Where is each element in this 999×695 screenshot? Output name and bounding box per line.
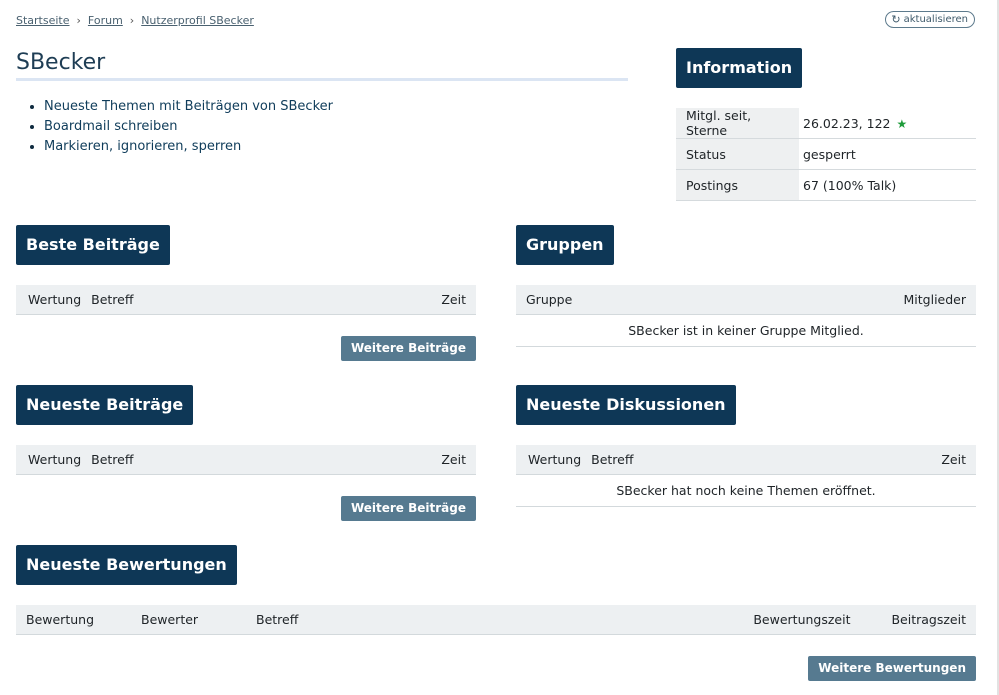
- weitere-bewertungen-button[interactable]: Weitere Bewertungen: [808, 656, 976, 681]
- breadcrumb-startseite[interactable]: Startseite: [16, 14, 70, 27]
- refresh-label: aktualisieren: [903, 14, 968, 25]
- table-row: Postings 67 (100% Talk): [676, 169, 976, 201]
- column-header-betreff[interactable]: Betreff: [91, 452, 133, 467]
- breadcrumb-forum[interactable]: Forum: [88, 14, 123, 27]
- weitere-beitraege-button-2[interactable]: Weitere Beiträge: [340, 496, 476, 521]
- column-header-zeit[interactable]: Zeit: [441, 292, 466, 307]
- bewertungen-table-header: Bewertung Bewerter Betreff Bewertungszei…: [16, 605, 976, 635]
- info-value-postings: 67 (100% Talk): [799, 169, 976, 201]
- column-header-zeit[interactable]: Zeit: [441, 452, 466, 467]
- neueste-beitraege-table-header: Wertung Betreff Zeit: [16, 445, 476, 475]
- boardmail-link[interactable]: Boardmail schreiben: [44, 119, 178, 134]
- information-table: Mitgl. seit, Sterne 26.02.23, 122 ★ Stat…: [676, 108, 976, 201]
- list-item: Markieren, ignorieren, sperren: [44, 137, 333, 157]
- page-title: SBecker: [16, 50, 106, 75]
- table-row: Mitgl. seit, Sterne 26.02.23, 122 ★: [676, 108, 976, 139]
- list-item: Boardmail schreiben: [44, 117, 333, 137]
- list-item: Neueste Themen mit Beiträgen von SBecker: [44, 97, 333, 117]
- neueste-beitraege-heading: Neueste Beiträge: [16, 385, 194, 425]
- column-header-zeit[interactable]: Zeit: [941, 452, 966, 467]
- chevron-right-icon: ›: [76, 14, 81, 27]
- column-header-betreff[interactable]: Betreff: [256, 612, 298, 627]
- neueste-bewertungen-heading: Neueste Bewertungen: [16, 545, 237, 585]
- column-header-mitglieder[interactable]: Mitglieder: [904, 292, 967, 307]
- star-icon: ★: [896, 116, 908, 131]
- column-header-betreff[interactable]: Betreff: [91, 292, 133, 307]
- column-header-wertung[interactable]: Wertung: [28, 292, 81, 307]
- mark-ignore-block-link[interactable]: Markieren, ignorieren, sperren: [44, 139, 241, 154]
- info-label-postings: Postings: [676, 169, 799, 201]
- column-header-wertung[interactable]: Wertung: [528, 452, 581, 467]
- column-header-bewerter[interactable]: Bewerter: [141, 612, 256, 627]
- user-links: Neueste Themen mit Beiträgen von SBecker…: [16, 97, 333, 157]
- info-value-status: gesperrt: [799, 138, 976, 170]
- table-row: Status gesperrt: [676, 138, 976, 170]
- weitere-beitraege-button[interactable]: Weitere Beiträge: [340, 336, 476, 361]
- neueste-diskussionen-table-header: Wertung Betreff Zeit: [516, 445, 976, 475]
- beste-beitraege-heading: Beste Beiträge: [16, 225, 170, 265]
- title-underline: [16, 78, 628, 81]
- column-header-betreff[interactable]: Betreff: [591, 452, 633, 467]
- neueste-diskussionen-heading: Neueste Diskussionen: [516, 385, 736, 425]
- gruppen-empty-message: SBecker ist in keiner Gruppe Mitglied.: [516, 316, 976, 347]
- info-label-status: Status: [676, 138, 799, 170]
- chevron-right-icon: ›: [129, 14, 135, 27]
- column-header-gruppe[interactable]: Gruppe: [526, 292, 572, 307]
- info-value-member-since: 26.02.23, 122 ★: [799, 108, 976, 139]
- column-header-bewertungszeit[interactable]: Bewertungszeit: [753, 612, 850, 627]
- breadcrumb: Startseite › Forum › Nutzerprofil SBecke…: [16, 14, 254, 27]
- info-label-member-since: Mitgl. seit, Sterne: [676, 108, 799, 139]
- gruppen-table-header: Gruppe Mitglieder: [516, 285, 976, 315]
- beste-beitraege-table-header: Wertung Betreff Zeit: [16, 285, 476, 315]
- latest-topics-link[interactable]: Neueste Themen mit Beiträgen von SBecker: [44, 99, 333, 114]
- refresh-icon: ↻: [891, 13, 901, 26]
- information-heading: Information: [676, 48, 803, 88]
- refresh-button[interactable]: ↻ aktualisieren: [885, 11, 975, 28]
- column-header-wertung[interactable]: Wertung: [28, 452, 81, 467]
- column-header-beitragszeit[interactable]: Beitragszeit: [891, 612, 966, 627]
- diskussionen-empty-message: SBecker hat noch keine Themen eröffnet.: [516, 476, 976, 507]
- column-header-bewertung[interactable]: Bewertung: [26, 612, 141, 627]
- gruppen-heading: Gruppen: [516, 225, 614, 265]
- breadcrumb-nutzerprofil[interactable]: Nutzerprofil SBecker: [141, 14, 254, 27]
